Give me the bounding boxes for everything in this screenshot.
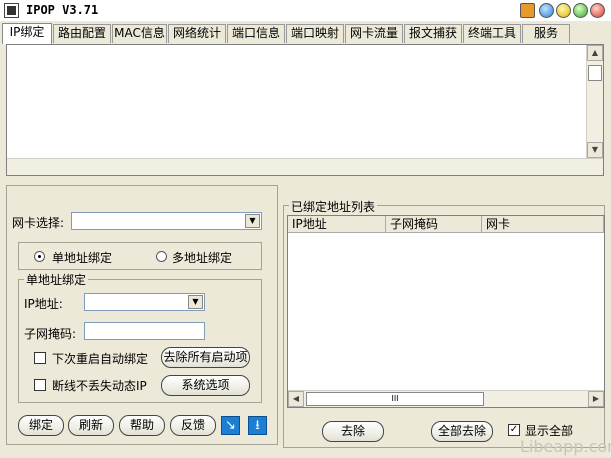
bound-address-list[interactable]: IP地址 子网掩码 网卡 ◀ III ▶ bbox=[287, 215, 605, 408]
column-header-mask[interactable]: 子网掩码 bbox=[386, 216, 482, 233]
bound-address-panel-title: 已绑定地址列表 bbox=[289, 198, 378, 215]
title-bar: IPOP V3.71 bbox=[0, 0, 611, 21]
scroll-right-icon[interactable]: ▶ bbox=[588, 391, 604, 407]
system-options-button[interactable]: 系统选项 bbox=[161, 375, 250, 396]
minimize-button[interactable] bbox=[520, 3, 535, 18]
scroll-left-icon[interactable]: ◀ bbox=[288, 391, 304, 407]
watermark: Libeapp.com bbox=[520, 437, 611, 456]
feedback-button[interactable]: 反馈 bbox=[170, 415, 216, 436]
app-window: IPOP V3.71 IP绑定 路由配置 MAC信息 网络统计 端口信息 端口映… bbox=[0, 0, 611, 458]
tab-net-stats[interactable]: 网络统计 bbox=[168, 24, 226, 43]
chevron-down-icon[interactable]: ▼ bbox=[245, 214, 260, 228]
nic-select[interactable]: ▼ bbox=[71, 212, 262, 230]
radio-single-address[interactable] bbox=[34, 251, 45, 262]
keep-dynamic-ip-checkbox[interactable] bbox=[34, 379, 46, 391]
tab-port-info[interactable]: 端口信息 bbox=[227, 24, 285, 43]
show-all-checkbox[interactable]: ✓ bbox=[508, 424, 520, 436]
scroll-down-icon[interactable]: ▼ bbox=[587, 142, 603, 158]
refresh-button[interactable]: 刷新 bbox=[68, 415, 114, 436]
help-circle-button[interactable] bbox=[539, 3, 554, 18]
ip-address-label: IP地址: bbox=[24, 297, 63, 311]
log-horizontal-scrollbar[interactable] bbox=[7, 158, 603, 175]
window-title: IPOP V3.71 bbox=[26, 3, 99, 17]
scroll-thumb[interactable] bbox=[588, 65, 602, 81]
ip-address-select[interactable]: ▼ bbox=[84, 293, 205, 311]
log-vertical-scrollbar[interactable]: ▲ ▼ bbox=[586, 45, 603, 175]
list-scroll-thumb[interactable]: III bbox=[306, 392, 484, 406]
minimize-to-tray-icon[interactable]: ↘ bbox=[221, 416, 240, 435]
close-circle-button[interactable] bbox=[590, 3, 605, 18]
column-header-ip[interactable]: IP地址 bbox=[288, 216, 386, 233]
subnet-mask-label: 子网掩码: bbox=[24, 327, 77, 341]
radio-multi-address[interactable] bbox=[156, 251, 167, 262]
radio-single-label: 单地址绑定 bbox=[52, 251, 113, 265]
list-horizontal-scrollbar[interactable]: ◀ III ▶ bbox=[288, 390, 604, 407]
radio-multi-label: 多地址绑定 bbox=[172, 251, 233, 265]
keep-dynamic-ip-label: 断线不丢失动态IP bbox=[52, 379, 147, 393]
restart-auto-bind-checkbox[interactable] bbox=[34, 352, 46, 364]
tab-ip-bind[interactable]: IP绑定 bbox=[2, 23, 52, 44]
tab-service[interactable]: 服务 bbox=[522, 24, 570, 43]
scroll-up-icon[interactable]: ▲ bbox=[587, 45, 603, 61]
tab-mac-info[interactable]: MAC信息 bbox=[112, 24, 167, 43]
single-bind-group-title: 单地址绑定 bbox=[24, 271, 89, 288]
bind-button[interactable]: 绑定 bbox=[18, 415, 64, 436]
chevron-down-icon[interactable]: ▼ bbox=[188, 295, 203, 309]
tab-bar: IP绑定 路由配置 MAC信息 网络统计 端口信息 端口映射 网卡流量 报文捕获… bbox=[2, 23, 609, 44]
remove-all-startup-button[interactable]: 去除所有启动项 bbox=[161, 347, 250, 368]
download-icon[interactable]: ⭳ bbox=[248, 416, 267, 435]
remove-all-button[interactable]: 全部去除 bbox=[431, 421, 493, 442]
nic-select-label: 网卡选择: bbox=[12, 216, 65, 230]
tab-port-map[interactable]: 端口映射 bbox=[286, 24, 344, 43]
tab-route-config[interactable]: 路由配置 bbox=[53, 24, 111, 43]
tab-packet-capture[interactable]: 报文捕获 bbox=[404, 24, 462, 43]
tab-terminal-tools[interactable]: 终端工具 bbox=[463, 24, 521, 43]
log-textarea[interactable]: ▲ ▼ bbox=[6, 44, 604, 176]
column-header-nic[interactable]: 网卡 bbox=[482, 216, 604, 233]
remove-button[interactable]: 去除 bbox=[322, 421, 384, 442]
tab-nic-traffic[interactable]: 网卡流量 bbox=[345, 24, 403, 43]
help-button[interactable]: 帮助 bbox=[119, 415, 165, 436]
app-icon bbox=[4, 3, 19, 18]
maximize-circle-button[interactable] bbox=[573, 3, 588, 18]
restore-circle-button[interactable] bbox=[556, 3, 571, 18]
subnet-mask-input[interactable] bbox=[84, 322, 205, 340]
restart-auto-bind-label: 下次重启自动绑定 bbox=[52, 352, 149, 366]
